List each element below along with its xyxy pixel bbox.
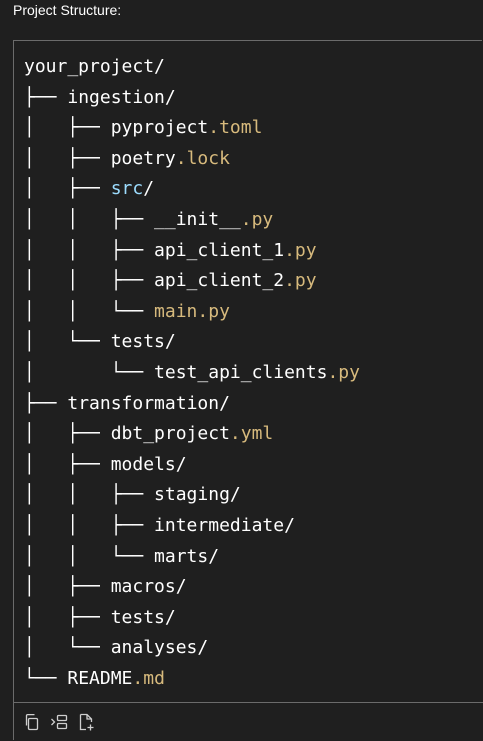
tree-entry-name: intermediate/ [154,514,295,536]
tree-line: │ └── tests/ [24,327,360,358]
tree-entry-name: transformation/ [67,392,230,414]
tree-connector: │ ├── [24,423,111,445]
tree-connector: │ └── [24,361,155,383]
tree-connector: │ │ └── [24,300,155,322]
tree-line: ├── ingestion/ [24,83,360,114]
tree-line: │ └── analyses/ [24,633,360,664]
tree-entry-extension: / [143,178,155,200]
tree-line: │ │ ├── __init__.py [24,205,360,236]
tree-connector: ├── [24,392,68,414]
tree-entry-name: dbt_project [110,423,230,445]
tree-connector: ├── [24,86,68,108]
tree-line: │ ├── pyproject.toml [24,113,360,144]
tree-line: │ │ └── marts/ [24,542,360,573]
tree-connector: │ ├── [24,147,111,169]
copy-button[interactable] [22,712,42,732]
tree-entry-name: analyses/ [110,637,209,659]
tree-line: └── README.md [24,664,360,695]
tree-entry-name: main.py [154,300,230,322]
tree-entry-name: api_client_2 [154,270,285,292]
tree-connector: │ ├── [24,576,111,598]
tree-entry-name: api_client_1 [154,239,285,261]
tree-connector: │ │ ├── [24,484,155,506]
insert-icon [49,712,69,732]
tree-entry-extension: .toml [208,117,263,139]
tree-entry-name: __init__ [154,208,241,230]
tree-line: │ │ ├── api_client_1.py [24,236,360,267]
tree-connector: │ │ ├── [24,239,155,261]
tree-connector: │ │ ├── [24,270,155,292]
tree-line: │ │ ├── api_client_2.py [24,266,360,297]
tree-line: │ ├── macros/ [24,572,360,603]
tree-entry-name: tests/ [110,606,176,628]
tree-entry-extension: .md [132,667,165,689]
code-block-panel: your_project/├── ingestion/│ ├── pyproje… [13,40,483,741]
tree-line: │ │ ├── staging/ [24,480,360,511]
copy-icon [22,712,42,732]
tree-connector: │ ├── [24,117,111,139]
tree-entry-name: marts/ [154,545,220,567]
tree-connector: │ ├── [24,606,111,628]
tree-line: │ ├── models/ [24,450,360,481]
new-file-button[interactable] [76,712,96,732]
tree-entry-extension: .py [284,270,317,292]
tree-connector: │ │ ├── [24,514,155,536]
tree-entry-name: staging/ [154,484,241,506]
tree-connector: │ │ ├── [24,208,155,230]
tree-line: your_project/ [24,52,360,83]
tree-connector: │ └── [24,331,111,353]
tree-line: │ ├── dbt_project.yml [24,419,360,450]
tree-entry-name: ingestion/ [67,86,176,108]
tree-entry-extension: .lock [175,147,230,169]
tree-entry-extension: .py [284,239,317,261]
code-toolbar [14,702,483,741]
tree-line: │ │ ├── intermediate/ [24,511,360,542]
tree-line: ├── transformation/ [24,389,360,420]
tree-entry-name: tests/ [110,331,176,353]
insert-button[interactable] [49,712,69,732]
tree-line: │ │ └── main.py [24,297,360,328]
tree-entry-name: src [110,178,144,200]
tree-line: │ ├── poetry.lock [24,144,360,175]
project-tree-code: your_project/├── ingestion/│ ├── pyproje… [24,52,360,694]
tree-line: │ └── test_api_clients.py [24,358,360,389]
tree-connector: └── [24,667,68,689]
tree-entry-extension: .py [240,208,274,230]
tree-entry-name: your_project/ [24,56,165,77]
tree-line: │ ├── src/ [24,174,360,205]
tree-entry-name: pyproject [110,117,209,139]
tree-entry-extension: .py [327,361,360,383]
tree-line: │ ├── tests/ [24,603,360,634]
tree-entry-name: README [67,667,133,689]
section-title: Project Structure: [13,2,122,18]
tree-entry-extension: .yml [229,423,274,445]
tree-entry-name: test_api_clients [154,361,328,383]
tree-connector: │ │ └── [24,545,155,567]
tree-connector: │ └── [24,637,111,659]
tree-connector: │ ├── [24,178,111,200]
tree-entry-name: models/ [110,453,187,475]
tree-entry-name: macros/ [110,576,187,598]
tree-entry-name: poetry [110,147,176,169]
tree-connector: │ ├── [24,453,111,475]
new-file-icon [76,712,96,732]
